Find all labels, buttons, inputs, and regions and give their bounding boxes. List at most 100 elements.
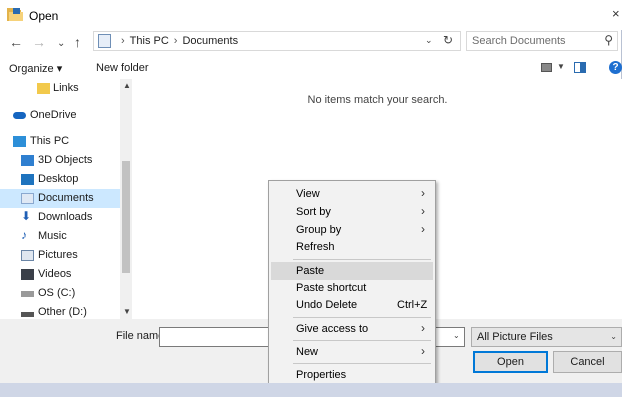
drive-icon (21, 291, 34, 297)
help-icon[interactable]: ? (609, 61, 622, 74)
scroll-down-icon[interactable]: ▼ (123, 307, 131, 316)
close-icon[interactable]: × (612, 6, 620, 21)
sidebar-item-label: OS (C:) (38, 287, 76, 299)
breadcrumb-this-pc[interactable]: This PC (130, 35, 169, 47)
cloud-icon (13, 112, 26, 119)
videos-icon (21, 269, 34, 280)
menu-item-label: Paste (296, 265, 325, 277)
organize-button[interactable]: Organize ▾ (9, 62, 62, 75)
search-placeholder: Search Documents (472, 35, 566, 47)
sidebar-item-3d-objects[interactable]: 3D Objects (0, 151, 121, 170)
change-view-icon[interactable] (541, 63, 552, 72)
sidebar-item-documents[interactable]: Documents (0, 189, 121, 208)
menu-item-label: Sort by (296, 206, 331, 218)
submenu-arrow-icon: › (421, 186, 425, 200)
submenu-arrow-icon: › (421, 321, 425, 335)
open-button[interactable]: Open (473, 351, 548, 373)
open-dialog: Open × ← → ⌄ ↑ › This PC › Documents ⌄ ↻ Se… (0, 0, 622, 386)
menu-item-properties[interactable]: Properties (271, 366, 433, 384)
sidebar-item-desktop[interactable]: Desktop (0, 170, 121, 189)
computer-icon (13, 136, 26, 147)
menu-separator (293, 340, 431, 341)
refresh-icon[interactable]: ↻ (443, 33, 453, 47)
navigation-scrollbar[interactable]: ▲ ▼ (120, 79, 132, 319)
menu-item-new[interactable]: New › (271, 343, 433, 361)
sidebar-item-videos[interactable]: Videos (0, 265, 121, 284)
menu-item-label: Give access to (296, 323, 369, 335)
shortcut-label: Ctrl+Z (397, 299, 428, 311)
menu-item-label: View (296, 188, 320, 200)
address-dropdown-icon[interactable]: ⌄ (425, 35, 433, 46)
menu-item-undo-delete[interactable]: Undo Delete Ctrl+Z (271, 296, 433, 314)
menu-item-label: New (296, 346, 319, 358)
menu-item-give-access[interactable]: Give access to › (271, 320, 433, 338)
recent-locations-chevron-icon[interactable]: ⌄ (57, 35, 65, 53)
forward-arrow-icon[interactable]: → (32, 33, 46, 51)
submenu-arrow-icon: › (421, 222, 425, 236)
download-icon: ⬇ (21, 209, 32, 223)
drive-icon (21, 312, 34, 317)
navigation-pane: Links OneDrive This PC 3D Objects Deskto… (0, 79, 132, 319)
cube-icon (21, 155, 34, 166)
open-folder-icon (7, 8, 23, 21)
sidebar-item-label: 3D Objects (38, 154, 93, 166)
menu-separator (293, 363, 431, 364)
breadcrumb-documents[interactable]: Documents (182, 35, 238, 47)
menu-item-refresh[interactable]: Refresh (271, 238, 433, 256)
sidebar-item-label: OneDrive (30, 109, 77, 121)
scroll-up-icon[interactable]: ▲ (123, 81, 131, 90)
documents-location-icon (98, 34, 111, 48)
menu-item-paste-shortcut[interactable]: Paste shortcut (271, 279, 433, 297)
sidebar-item-music[interactable]: ♪ Music (0, 227, 121, 246)
menu-item-group-by[interactable]: Group by › (271, 221, 433, 239)
sidebar-item-label: Videos (38, 268, 72, 280)
sidebar-item-this-pc[interactable]: This PC (0, 132, 121, 151)
new-folder-button[interactable]: New folder (96, 62, 149, 74)
view-options-chevron-icon[interactable]: ▼ (557, 62, 565, 71)
menu-item-label: Group by (296, 224, 342, 236)
desktop-background (0, 383, 622, 397)
sidebar-item-os-c[interactable]: OS (C:) (0, 284, 121, 303)
window-title: Open (29, 9, 59, 23)
menu-item-label: Properties (296, 369, 347, 381)
document-icon (21, 193, 34, 204)
folder-icon (37, 83, 50, 94)
sidebar-item-label: Documents (38, 192, 94, 204)
menu-separator (293, 259, 431, 260)
desktop-icon (21, 174, 34, 185)
address-field[interactable]: › This PC › Documents ⌄ ↻ (93, 31, 461, 51)
sidebar-item-onedrive[interactable]: OneDrive (0, 106, 121, 125)
address-bar: ← → ⌄ ↑ › This PC › Documents ⌄ ↻ Search Do… (0, 30, 622, 54)
breadcrumb-separator: › (121, 35, 125, 47)
menu-item-view[interactable]: View › (271, 185, 433, 203)
sidebar-item-label: Other (D:) (38, 306, 87, 318)
sidebar-item-label: Music (38, 230, 67, 242)
empty-message: No items match your search. (307, 94, 448, 106)
search-input[interactable]: Search Documents ⚲ (466, 31, 618, 51)
breadcrumb-separator: › (173, 35, 178, 47)
scroll-thumb[interactable] (122, 161, 130, 273)
menu-item-label: Paste shortcut (296, 282, 367, 294)
sidebar-item-downloads[interactable]: ⬇ Downloads (0, 208, 121, 227)
sidebar-item-links[interactable]: Links (0, 79, 121, 98)
menu-separator (293, 317, 431, 318)
up-arrow-icon[interactable]: ↑ (74, 33, 81, 51)
menu-item-sort-by[interactable]: Sort by › (271, 203, 433, 221)
chevron-down-icon: ⌄ (610, 332, 617, 341)
sidebar-item-label: Links (53, 82, 79, 94)
preview-pane-icon[interactable] (574, 62, 586, 73)
title-bar: Open × (0, 0, 622, 30)
context-menu: View › Sort by › Group by › Refresh Past… (268, 180, 436, 386)
menu-item-label: Refresh (296, 241, 335, 253)
sidebar-item-label: Downloads (38, 211, 93, 223)
pictures-icon (21, 250, 34, 261)
sidebar-item-label: Pictures (38, 249, 78, 261)
sidebar-item-pictures[interactable]: Pictures (0, 246, 121, 265)
sidebar-item-label: This PC (30, 135, 70, 147)
filename-dropdown-icon[interactable]: ⌄ (453, 331, 460, 340)
search-icon[interactable]: ⚲ (604, 33, 613, 47)
menu-item-paste[interactable]: Paste (271, 262, 433, 280)
file-type-select[interactable]: All Picture Files ⌄ (471, 327, 622, 347)
cancel-button[interactable]: Cancel (553, 351, 622, 373)
back-arrow-icon[interactable]: ← (9, 33, 23, 51)
